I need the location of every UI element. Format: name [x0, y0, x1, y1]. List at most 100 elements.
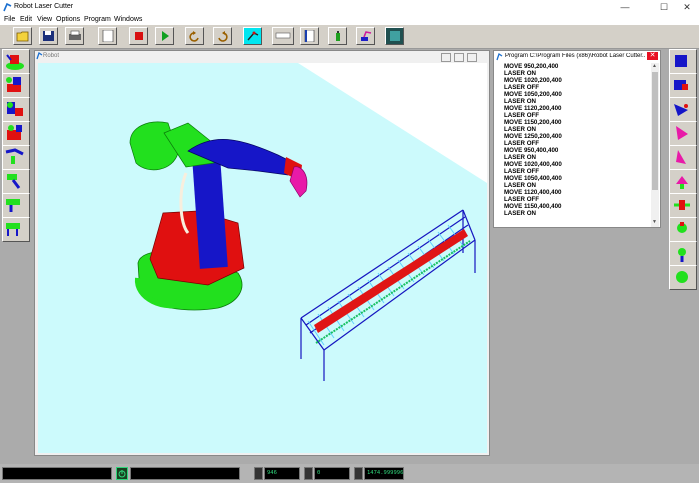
stop-button[interactable] [129, 27, 148, 45]
grid-view-button[interactable] [385, 27, 404, 45]
program-line[interactable]: LASER OFF [504, 196, 649, 203]
menu-options[interactable]: Options [56, 16, 80, 23]
laser-icon [247, 31, 259, 41]
program-window-title: Program C:\Program Files (x86)\Robot Las… [505, 53, 645, 59]
joint-2-button[interactable] [2, 73, 30, 98]
folder-icon [16, 31, 29, 42]
scene [38, 63, 487, 453]
title-bar: Robot Laser Cutter — ☐ ✕ [0, 0, 699, 14]
program-line[interactable]: MOVE 950,200,400 [504, 63, 649, 70]
program-listing[interactable]: MOVE 950,200,400 LASER ON MOVE 1020,200,40… [504, 63, 649, 225]
open-button[interactable] [13, 27, 32, 45]
toolbar [0, 25, 699, 49]
play-icon [162, 31, 169, 41]
program-line[interactable]: MOVE 1150,400,400 [504, 203, 649, 210]
program-line[interactable]: LASER ON [504, 126, 649, 133]
view-7-button[interactable] [669, 193, 697, 218]
power-icon[interactable] [116, 467, 128, 480]
program-line[interactable]: MOVE 1250,200,400 [504, 133, 649, 140]
view-1-button[interactable] [669, 49, 697, 74]
program-close-button[interactable]: ✕ [647, 52, 658, 60]
joint-4-button[interactable] [2, 121, 30, 146]
program-line[interactable]: MOVE 1020,400,400 [504, 161, 649, 168]
joint-7-button[interactable] [2, 193, 30, 218]
page-icon [102, 30, 114, 42]
robot-minimize-button[interactable] [441, 53, 451, 62]
stop-icon [135, 32, 143, 40]
scroll-down-icon[interactable]: ▼ [652, 219, 657, 225]
menu-windows[interactable]: Windows [114, 16, 142, 23]
app-icon [3, 2, 12, 14]
menu-view[interactable]: View [37, 16, 52, 23]
3d-viewport[interactable] [38, 63, 487, 453]
joint-5-button[interactable] [2, 145, 30, 170]
view-10-button[interactable] [669, 265, 697, 290]
view-2-button[interactable] [669, 73, 697, 98]
sheet-button[interactable] [300, 27, 319, 45]
program-line[interactable]: MOVE 1150,200,400 [504, 119, 649, 126]
bottle-button[interactable] [328, 27, 347, 45]
new-page-button[interactable] [98, 27, 117, 45]
robot-maximize-button[interactable] [454, 53, 464, 62]
program-window-icon [496, 52, 503, 63]
view-6-button[interactable] [669, 169, 697, 194]
status-info [130, 467, 240, 480]
program-line[interactable]: MOVE 950,400,400 [504, 147, 649, 154]
redo-button[interactable] [213, 27, 232, 45]
joint-8-button[interactable] [2, 217, 30, 242]
floppy-icon [43, 31, 54, 41]
close-button[interactable]: ✕ [675, 1, 699, 13]
print-button[interactable] [65, 27, 84, 45]
program-line[interactable]: LASER OFF [504, 168, 649, 175]
menu-program[interactable]: Program [84, 16, 111, 23]
joint-green-icon [677, 222, 687, 233]
program-line[interactable]: LASER ON [504, 182, 649, 189]
program-line[interactable]: LASER ON [504, 98, 649, 105]
program-line[interactable]: LASER ON [504, 154, 649, 161]
save-button[interactable] [39, 27, 58, 45]
program-line[interactable]: LASER OFF [504, 112, 649, 119]
coord-z-value: 1474.999996 [367, 470, 404, 476]
program-line[interactable]: LASER ON [504, 70, 649, 77]
view-3-button[interactable] [669, 97, 697, 122]
program-line[interactable]: LASER OFF [504, 84, 649, 91]
minimize-button[interactable]: — [613, 1, 637, 13]
wedge-icon [674, 104, 688, 116]
program-line[interactable]: LASER ON [504, 210, 649, 217]
undo-button[interactable] [185, 27, 204, 45]
program-window: Program C:\Program Files (x86)\Robot Las… [493, 50, 661, 228]
view-8-button[interactable] [669, 217, 697, 242]
robot-view-button[interactable] [356, 27, 375, 45]
rotate-left-icon [189, 31, 199, 42]
printer-icon [69, 30, 81, 40]
robot-shoulder-icon [6, 77, 21, 92]
program-title-bar: Program C:\Program Files (x86)\Robot Las… [494, 51, 660, 62]
program-scrollbar[interactable]: ▲ ▼ [651, 63, 659, 227]
program-line[interactable]: MOVE 1120,200,400 [504, 105, 649, 112]
view-5-button[interactable] [669, 145, 697, 170]
joint-3-button[interactable] [2, 97, 30, 122]
joint-1-button[interactable] [2, 49, 30, 74]
view-4-button[interactable] [669, 121, 697, 146]
program-line[interactable]: MOVE 1020,200,400 [504, 77, 649, 84]
program-line[interactable]: MOVE 1050,400,400 [504, 175, 649, 182]
base-green-icon [676, 271, 688, 283]
coord-x-value: 946 [267, 470, 277, 476]
robot-close-button[interactable] [467, 53, 477, 62]
scroll-thumb[interactable] [652, 72, 658, 190]
menu-file[interactable]: File [4, 16, 15, 23]
robot-gripper-icon [6, 223, 20, 236]
program-line[interactable]: LASER OFF [504, 140, 649, 147]
program-line[interactable]: MOVE 1120,400,400 [504, 189, 649, 196]
coord-y-value: 0 [317, 470, 321, 476]
laser-tool-button[interactable] [243, 27, 262, 45]
scroll-up-icon[interactable]: ▲ [652, 63, 657, 69]
program-line[interactable]: MOVE 1050,200,400 [504, 91, 649, 98]
maximize-button[interactable]: ☐ [652, 1, 676, 13]
robot-arm-icon [361, 31, 372, 41]
table-view-button[interactable] [272, 27, 294, 45]
run-button[interactable] [155, 27, 174, 45]
joint-6-button[interactable] [2, 169, 30, 194]
view-9-button[interactable] [669, 241, 697, 266]
menu-edit[interactable]: Edit [20, 16, 32, 23]
